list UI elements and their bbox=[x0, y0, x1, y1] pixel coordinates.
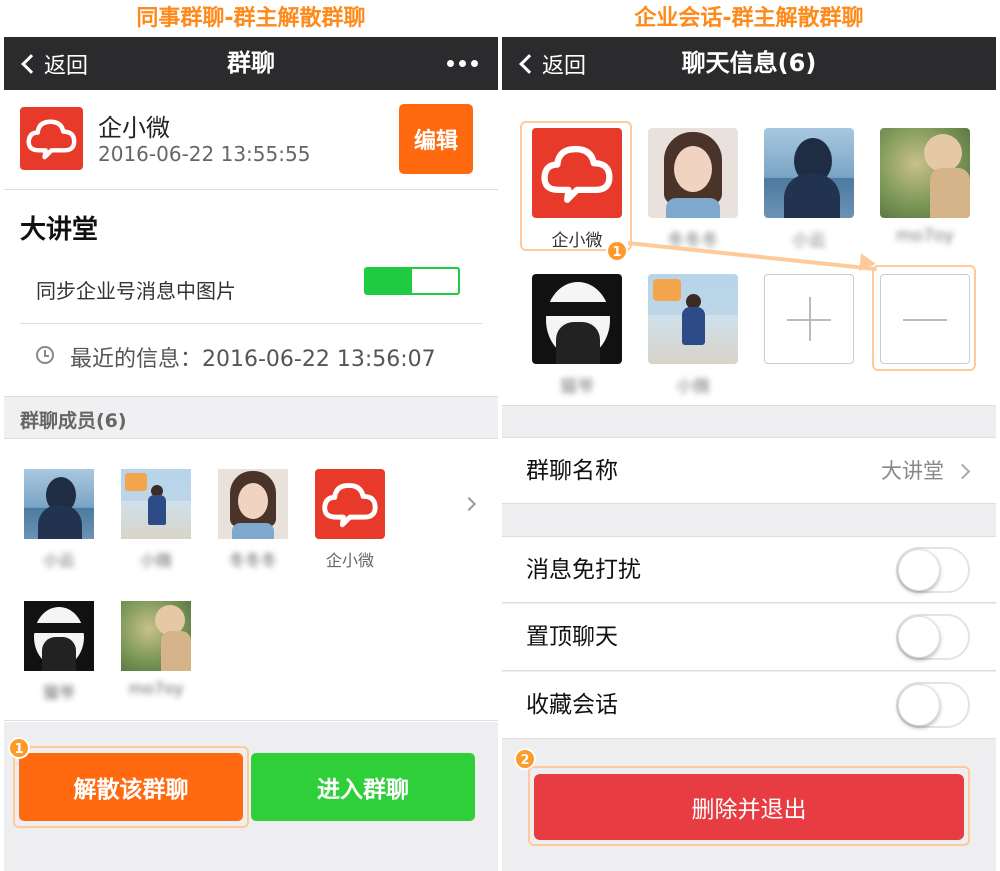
cloud-logo-icon bbox=[315, 469, 385, 539]
setting-label: 置顶聊天 bbox=[526, 624, 618, 650]
member-item[interactable]: 小微 bbox=[648, 274, 738, 397]
favorite-toggle[interactable] bbox=[896, 682, 970, 728]
member-item[interactable]: 冬冬冬 bbox=[216, 469, 290, 570]
divider bbox=[20, 323, 482, 324]
more-dots-icon[interactable] bbox=[447, 37, 478, 90]
member-name: 小微 bbox=[676, 377, 710, 397]
step-badge: 2 bbox=[514, 748, 536, 770]
left-caption: 同事群聊-群主解散群聊 bbox=[136, 6, 366, 31]
step-badge: 1 bbox=[606, 240, 628, 262]
back-label: 返回 bbox=[542, 53, 587, 79]
member-item[interactable]: 小云 bbox=[22, 469, 96, 570]
enter-group-button[interactable]: 进入群聊 bbox=[251, 753, 475, 821]
cloud-logo-icon bbox=[20, 107, 83, 170]
avatar bbox=[218, 469, 288, 539]
member-name: 冬冬冬 bbox=[228, 551, 277, 570]
back-button[interactable]: 返回 bbox=[516, 37, 586, 90]
avatar bbox=[880, 128, 970, 218]
delete-and-exit-button[interactable]: 删除并退出 bbox=[534, 774, 964, 840]
member-name: 小云 bbox=[42, 551, 75, 570]
member-item[interactable]: 冬冬冬 bbox=[648, 128, 738, 251]
avatar bbox=[24, 601, 94, 671]
member-item[interactable]: 企小微 bbox=[313, 469, 387, 570]
member-item[interactable]: 猫爷 bbox=[22, 601, 96, 702]
dissolve-group-button[interactable]: 解散该群聊 bbox=[19, 753, 243, 821]
member-name: 猫爷 bbox=[560, 377, 594, 397]
setting-row-favorite: 收藏会话 bbox=[502, 672, 996, 739]
mute-toggle[interactable] bbox=[896, 547, 970, 593]
member-list[interactable]: 小云 小微 冬冬冬 企小微 猫爷 mo7oy bbox=[4, 439, 498, 721]
clock-icon bbox=[36, 346, 54, 364]
group-name: 大讲堂 bbox=[20, 215, 99, 245]
member-name: 小微 bbox=[139, 551, 172, 570]
back-label: 返回 bbox=[44, 53, 89, 79]
member-item[interactable]: 小云 bbox=[764, 128, 854, 251]
members-header-label: 群聊成员(6) bbox=[20, 410, 127, 432]
sender-time: 2016-06-22 13:55:55 bbox=[98, 142, 311, 166]
members-section-header: 群聊成员(6) bbox=[4, 396, 498, 439]
member-item[interactable]: 小微 bbox=[119, 469, 193, 570]
member-name: 猫爷 bbox=[42, 683, 75, 702]
setting-label: 消息免打扰 bbox=[526, 557, 641, 583]
remove-member-button[interactable] bbox=[880, 274, 970, 364]
setting-row-pin: 置顶聊天 bbox=[502, 604, 996, 671]
member-name: mo7oy bbox=[128, 679, 184, 698]
chevron-right-icon[interactable] bbox=[461, 496, 477, 512]
arrow-head-icon bbox=[859, 253, 877, 273]
left-screen: 返回 群聊 企小微 2016-06-22 13:55:55 编辑 大讲堂 同步企… bbox=[4, 37, 498, 871]
avatar bbox=[648, 274, 738, 364]
chat-header: 企小微 2016-06-22 13:55:55 编辑 bbox=[4, 90, 498, 190]
member-name: 小云 bbox=[792, 231, 826, 251]
sync-toggle[interactable] bbox=[364, 267, 460, 295]
group-name-value: 大讲堂 bbox=[881, 459, 944, 483]
sync-label: 同步企业号消息中图片 bbox=[36, 279, 236, 303]
setting-label: 收藏会话 bbox=[526, 692, 618, 718]
member-item[interactable]: 猫爷 bbox=[532, 274, 622, 397]
pin-toggle[interactable] bbox=[896, 614, 970, 660]
member-name: mo7oy bbox=[895, 226, 955, 246]
avatar bbox=[121, 469, 191, 539]
chevron-right-icon bbox=[954, 463, 971, 480]
right-screen: 返回 聊天信息(6) 企小微 冬冬冬 小云 mo7oy 猫爷 小微 1 群聊名称… bbox=[502, 37, 996, 871]
action-bar: 解散该群聊 进入群聊 1 bbox=[4, 722, 498, 871]
step-badge: 1 bbox=[8, 737, 30, 759]
avatar bbox=[121, 601, 191, 671]
cloud-logo-icon bbox=[532, 128, 622, 218]
sender-name: 企小微 bbox=[98, 114, 170, 142]
member-item[interactable]: mo7oy bbox=[119, 601, 193, 699]
member-item[interactable]: mo7oy bbox=[880, 128, 970, 248]
back-button[interactable]: 返回 bbox=[18, 37, 88, 90]
right-caption: 企业会话-群主解散群聊 bbox=[634, 6, 864, 31]
recent-message-time: 最近的信息：2016-06-22 13:56:07 bbox=[70, 347, 436, 372]
member-item[interactable]: 企小微 bbox=[532, 128, 622, 251]
minus-icon bbox=[903, 319, 947, 321]
setting-row-mute: 消息免打扰 bbox=[502, 536, 996, 603]
nav-bar: 返回 聊天信息(6) bbox=[502, 37, 996, 90]
member-name: 企小微 bbox=[325, 551, 374, 570]
avatar bbox=[648, 128, 738, 218]
member-grid: 企小微 冬冬冬 小云 mo7oy 猫爷 小微 1 bbox=[502, 90, 996, 406]
chevron-left-icon bbox=[519, 53, 539, 74]
avatar bbox=[24, 469, 94, 539]
group-info: 大讲堂 同步企业号消息中图片 最近的信息：2016-06-22 13:56:07 bbox=[4, 191, 498, 396]
edit-button[interactable]: 编辑 bbox=[399, 104, 473, 174]
avatar bbox=[532, 274, 622, 364]
chevron-left-icon bbox=[21, 53, 41, 74]
avatar bbox=[764, 128, 854, 218]
group-name-row[interactable]: 群聊名称 大讲堂 bbox=[502, 437, 996, 504]
nav-bar: 返回 群聊 bbox=[4, 37, 498, 90]
add-member-button[interactable] bbox=[764, 274, 854, 364]
group-name-label: 群聊名称 bbox=[526, 458, 618, 484]
